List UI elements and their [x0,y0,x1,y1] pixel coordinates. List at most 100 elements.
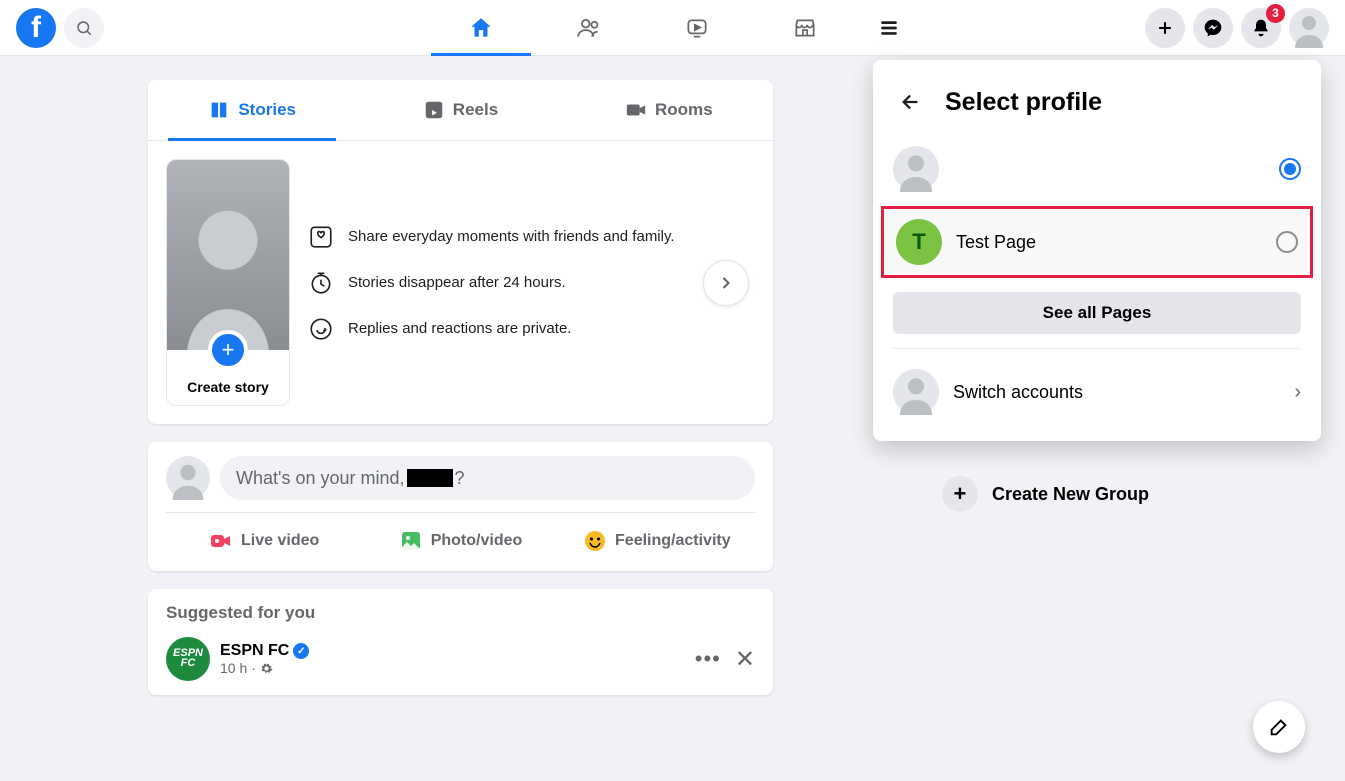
profile-option-personal[interactable] [873,136,1321,202]
tab-stories[interactable]: Stories [148,80,356,140]
account-button[interactable] [1289,8,1329,48]
select-profile-dropdown: Select profile T Test Page See all Pages… [873,60,1321,441]
action-label: Photo/video [431,532,523,550]
nav-friends[interactable] [535,0,643,56]
stories-info-list: Share everyday moments with friends and … [308,224,675,342]
stories-icon [208,99,230,121]
composer-input[interactable]: What's on your mind, ? [220,456,755,500]
create-story-card[interactable]: + Create story [166,159,290,406]
tab-label: Stories [238,100,296,120]
tab-reels[interactable]: Reels [356,80,564,140]
info-item: Stories disappear after 24 hours. [308,270,675,296]
see-all-label: See all Pages [1043,303,1152,323]
photo-video-button[interactable]: Photo/video [362,521,558,561]
notification-badge: 3 [1266,4,1285,23]
facebook-logo[interactable]: f [16,8,56,48]
avatar-icon [893,146,939,192]
page-avatar: T [896,219,942,265]
tab-label: Rooms [655,100,713,120]
edit-icon [1268,716,1290,738]
suggested-avatar[interactable]: ESPNFC [166,637,210,681]
suggested-info: ESPN FC ✓ 10 h · [220,642,685,676]
switch-accounts-row[interactable]: Switch accounts › [873,359,1321,425]
avatar-icon [893,369,939,415]
friends-icon [576,15,602,41]
avatar-icon [166,456,210,500]
see-all-pages-button[interactable]: See all Pages [893,292,1301,334]
plus-icon [1155,18,1175,38]
feeling-icon [583,529,607,553]
notifications-button[interactable]: 3 [1241,8,1281,48]
reels-icon [423,99,445,121]
profile-option-page[interactable]: T Test Page [881,206,1313,278]
menu-icon [876,15,902,41]
live-video-button[interactable]: Live video [166,521,362,561]
dropdown-title: Select profile [945,88,1102,117]
marketplace-icon [792,15,818,41]
create-button[interactable] [1145,8,1185,48]
live-video-icon [209,529,233,553]
info-text: Share everyday moments with friends and … [348,228,675,245]
messenger-button[interactable] [1193,8,1233,48]
avatar-placeholder-icon [167,160,289,350]
create-story-label: Create story [187,379,269,395]
story-card-footer: + Create story [167,350,289,405]
feeling-button[interactable]: Feeling/activity [559,521,755,561]
composer-card: What's on your mind, ? Live video Photo/… [148,442,773,571]
radio-unselected[interactable] [1276,231,1298,253]
radio-selected[interactable] [1279,158,1301,180]
composer-prefix: What's on your mind, [236,468,405,489]
suggested-name-row[interactable]: ESPN FC ✓ [220,642,685,660]
reply-icon [308,316,334,342]
action-label: Live video [241,532,319,550]
watch-icon [684,15,710,41]
nav-home[interactable] [427,0,535,56]
switch-label: Switch accounts [953,382,1280,403]
photo-icon [399,529,423,553]
info-text: Stories disappear after 24 hours. [348,274,566,291]
nav-menu[interactable] [859,0,919,56]
info-item: Replies and reactions are private. [308,316,675,342]
redacted-name [407,469,453,487]
suggested-time: 10 h [220,660,247,676]
stories-next-button[interactable] [703,260,749,306]
page-name: Test Page [956,232,1262,253]
chevron-right-icon [716,273,736,293]
tab-label: Reels [453,100,498,120]
stories-body: + Create story Share everyday moments wi… [148,141,773,424]
nav-watch[interactable] [643,0,751,56]
feed: Stories Reels Rooms + Create story [148,80,773,695]
search-button[interactable] [64,8,104,48]
composer-top: What's on your mind, ? [166,456,755,500]
rooms-icon [625,99,647,121]
composer-avatar[interactable] [166,456,210,500]
more-button[interactable]: ••• [695,646,721,672]
dismiss-button[interactable]: ✕ [735,645,755,674]
suggested-card: Suggested for you ESPNFC ESPN FC ✓ 10 h … [148,589,773,695]
arrow-left-icon [900,91,922,113]
clock-icon [308,270,334,296]
plus-circle-icon: + [208,330,248,370]
new-message-fab[interactable] [1253,701,1305,753]
suggested-name: ESPN FC [220,642,289,660]
composer-actions: Live video Photo/video Feeling/activity [166,512,755,561]
chevron-right-icon: › [1294,381,1301,404]
create-new-group[interactable]: + Create New Group [942,476,1149,512]
action-label: Feeling/activity [615,532,731,550]
stories-card: Stories Reels Rooms + Create story [148,80,773,424]
search-icon [75,19,93,37]
nav-right: 3 [1145,8,1329,48]
messenger-icon [1203,18,1223,38]
composer-suffix: ? [455,468,465,489]
divider [893,348,1301,349]
plus-icon: + [942,476,978,512]
nav-marketplace[interactable] [751,0,859,56]
tab-rooms[interactable]: Rooms [565,80,773,140]
suggested-row: ESPNFC ESPN FC ✓ 10 h · ••• ✕ [166,637,755,681]
back-button[interactable] [893,84,929,120]
stories-tabs: Stories Reels Rooms [148,80,773,141]
avatar-icon [1289,8,1329,48]
suggested-actions: ••• ✕ [695,645,755,674]
dropdown-header: Select profile [873,76,1321,136]
home-icon [468,15,494,41]
